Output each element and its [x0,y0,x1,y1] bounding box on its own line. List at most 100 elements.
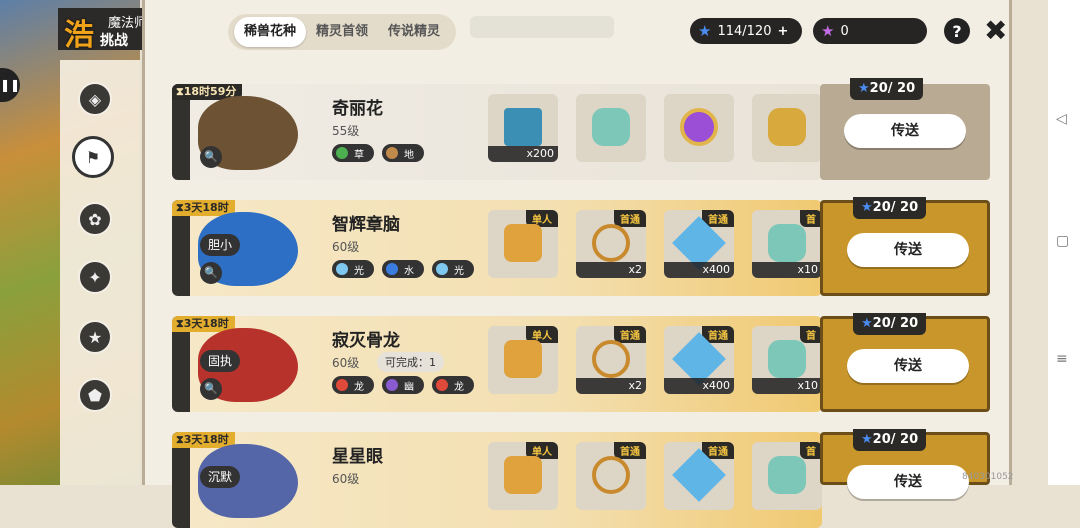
reward-item[interactable]: 首 x10 [752,210,822,278]
reward-list: 单人 首通 x2 首通 x400 首 x10 [488,210,822,278]
monster-level: 60级 [332,240,360,254]
nature-badge: 胆小 [200,234,241,256]
reward-item[interactable]: 单人 [488,210,558,278]
teleport-button[interactable]: 传送 [847,233,969,267]
reward-item[interactable]: x200 [488,94,558,162]
logo-mark: 浩 [64,18,94,53]
cost-text: 20/ 20 [872,316,919,331]
earth-icon [386,147,398,159]
potion-icon [768,456,806,494]
reward-item[interactable]: 首通 [664,442,734,510]
monster-level: 60级 [332,356,360,370]
reward-tag: 首 [800,442,822,459]
timer-text: 3天18时 [183,201,229,214]
light-icon [436,263,448,275]
tab-spirit-boss[interactable]: 精灵首领 [306,17,378,47]
element-light: 光 [432,260,474,278]
reward-count: x200 [488,146,558,162]
hourglass-icon: ⧗ [176,433,184,446]
reward-item[interactable]: 单人 [488,326,558,394]
purple-coin-icon [680,108,718,146]
water-icon [386,263,398,275]
close-button[interactable]: ✖ [984,14,1007,47]
sidebar-item-star-icon[interactable]: ★ [78,320,112,354]
monster-level: 55级 [332,124,360,138]
reward-count: x10 [752,262,822,278]
sidebar-item-challenge-icon[interactable]: ⚑ [72,136,114,178]
blue-star-icon: ★ [861,316,873,331]
reward-item[interactable]: 首通 x400 [664,326,734,394]
dragon-icon [336,379,348,391]
reward-item[interactable] [576,94,646,162]
element-light: 光 [332,260,374,278]
ghost-icon [386,379,398,391]
element-label: 草 [354,149,364,161]
potion-icon [592,108,630,146]
reward-list: 单人 首通 首通 首 [488,442,822,510]
stamina-counter[interactable]: ★ 114/120 + [690,18,802,44]
cost-text: 20/ 20 [869,81,916,96]
tab-rare-flower[interactable]: 稀兽花种 [234,17,307,47]
monster-name: 寂灭骨龙 [332,331,400,351]
reward-tag: 首通 [614,210,646,227]
reward-item[interactable]: 首 x10 [752,326,822,394]
element-label: 龙 [454,381,464,393]
badge-icon [504,456,542,494]
reward-item[interactable]: 单人 [488,442,558,510]
cost-badge: ★20/ 20 [853,197,927,219]
element-label: 水 [404,265,414,277]
reward-list: 单人 首通 x2 首通 x400 首 x10 [488,326,822,394]
hourglass-icon: ⧗ [176,85,184,98]
element-label: 幽 [404,381,414,393]
inspect-icon[interactable]: 🔍 [200,146,222,168]
teleport-button[interactable]: 传送 [847,465,969,499]
element-label: 光 [354,265,364,277]
help-button[interactable]: ? [944,18,970,44]
nav-menu-icon[interactable]: ≡ [1056,352,1070,366]
watermark [470,16,614,38]
timer-text: 18时59分 [183,85,237,98]
nav-back-icon[interactable]: ◁ [1056,112,1070,126]
reward-list: x200 [488,94,822,162]
gold-potion-icon [768,108,806,146]
teleport-button[interactable]: 传送 [844,114,966,148]
teleport-button[interactable]: 传送 [847,349,969,383]
stamina-add-button[interactable]: + [777,24,788,39]
monster-level: 60级 [332,472,360,486]
potion-icon [768,340,806,378]
boss-card[interactable]: ⧗3天18时 胆小 🔍 智辉章脑 60级 光 水 光 单人 首通 x2 首通 x40… [172,200,822,296]
sidebar-item-egg-icon[interactable]: ✦ [78,260,112,294]
dragon-icon [436,379,448,391]
reward-item[interactable]: 首 [752,442,822,510]
monster-name: 智辉章脑 [332,215,400,235]
book-icon [504,108,542,146]
blue-star-icon: ★ [861,200,873,215]
sidebar-item-shield-icon[interactable]: ⬟ [78,378,112,412]
reward-item[interactable] [752,94,822,162]
sidebar-item-book-icon[interactable]: ◈ [78,82,112,116]
timer-text: 3天18时 [183,317,229,330]
reward-item[interactable]: 首通 x400 [664,210,734,278]
user-id: 840301052 [962,472,1014,482]
inspect-icon[interactable]: 🔍 [200,378,222,400]
light-icon [336,263,348,275]
blue-star-icon: ★ [858,81,870,96]
tab-legend-spirit[interactable]: 传说精灵 [378,17,450,47]
reward-item[interactable] [664,94,734,162]
inspect-icon[interactable]: 🔍 [200,262,222,284]
nav-home-icon[interactable]: ▢ [1056,234,1070,248]
reward-tag: 首 [800,210,822,227]
element-label: 龙 [354,381,364,393]
element-earth: 地 [382,144,424,162]
sidebar-item-pet-icon[interactable]: ✿ [78,202,112,236]
boss-card[interactable]: ⧗18时59分 🔍 奇丽花 55级 草 地 x200 [172,84,822,180]
boss-card[interactable]: ⧗3天18时 沉默 星星眼 60级 单人 首通 首通 首 [172,432,822,528]
element-water: 水 [382,260,424,278]
reward-item[interactable]: 首通 [576,442,646,510]
reward-item[interactable]: 首通 x2 [576,326,646,394]
reward-item[interactable]: 首通 x2 [576,210,646,278]
blue-star-icon: ★ [861,432,873,447]
boss-card[interactable]: ⧗3天18时 固执 🔍 寂灭骨龙 60级 可完成：1 龙 幽 龙 单人 首通 x2… [172,316,822,412]
blue-star-icon: ★ [698,22,712,40]
reward-count: x400 [664,262,734,278]
